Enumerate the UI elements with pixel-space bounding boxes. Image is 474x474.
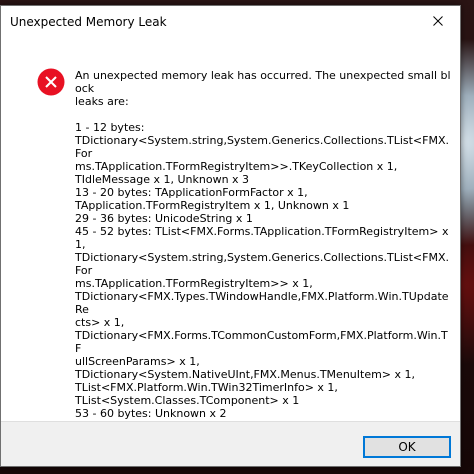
message-line: TDictionary<FMX.Forms.TCommonCustomForm,… <box>75 329 448 355</box>
message-line: leaks are: <box>75 95 129 108</box>
window-title: Unexpected Memory Leak <box>10 15 167 29</box>
message-line: TList<FMX.Platform.Win.TWin32TimerInfo> … <box>75 381 338 394</box>
message-line: TList<System.Classes.TComponent> x 1 <box>75 394 300 407</box>
message-line: TApplication.TFormRegistryItem x 1, Unkn… <box>75 199 350 212</box>
message-line: ms.TApplication.TFormRegistryItem>>.TKey… <box>75 160 398 173</box>
message-line: ullScreenParams> x 1, <box>75 355 200 368</box>
dialog-content: An unexpected memory leak has occurred. … <box>1 36 460 459</box>
message-text: An unexpected memory leak has occurred. … <box>75 69 453 459</box>
error-icon <box>37 68 65 96</box>
message-line: 53 - 60 bytes: Unknown x 2 <box>75 407 227 420</box>
dialog-footer: OK <box>1 421 460 466</box>
message-line: 29 - 36 bytes: UnicodeString x 1 <box>75 212 253 225</box>
message-line: 13 - 20 bytes: TApplicationFormFactor x … <box>75 186 308 199</box>
message-line: 1 - 12 bytes: <box>75 121 145 134</box>
message-line: TDictionary<FMX.Types.TWindowHandle,FMX.… <box>75 290 449 316</box>
message-line <box>75 108 453 121</box>
close-button[interactable] <box>416 6 460 35</box>
message-dialog: Unexpected Memory Leak An unexpected mem… <box>0 5 461 467</box>
message-line: ms.TApplication.TFormRegistryItem>> x 1, <box>75 277 313 290</box>
message-line: An unexpected memory leak has occurred. … <box>75 69 451 95</box>
ok-button[interactable]: OK <box>363 436 451 458</box>
close-icon <box>433 15 443 26</box>
title-bar[interactable]: Unexpected Memory Leak <box>1 6 460 36</box>
message-line: TDictionary<System.NativeUInt,FMX.Menus.… <box>75 368 416 381</box>
message-line: TDictionary<System.string,System.Generic… <box>75 134 449 160</box>
message-line: cts> x 1, <box>75 316 125 329</box>
message-line: 45 - 52 bytes: TList<FMX.Forms.TApplicat… <box>75 225 452 251</box>
message-line: TDictionary<System.string,System.Generic… <box>75 251 449 277</box>
message-line: TIdleMessage x 1, Unknown x 3 <box>75 173 250 186</box>
